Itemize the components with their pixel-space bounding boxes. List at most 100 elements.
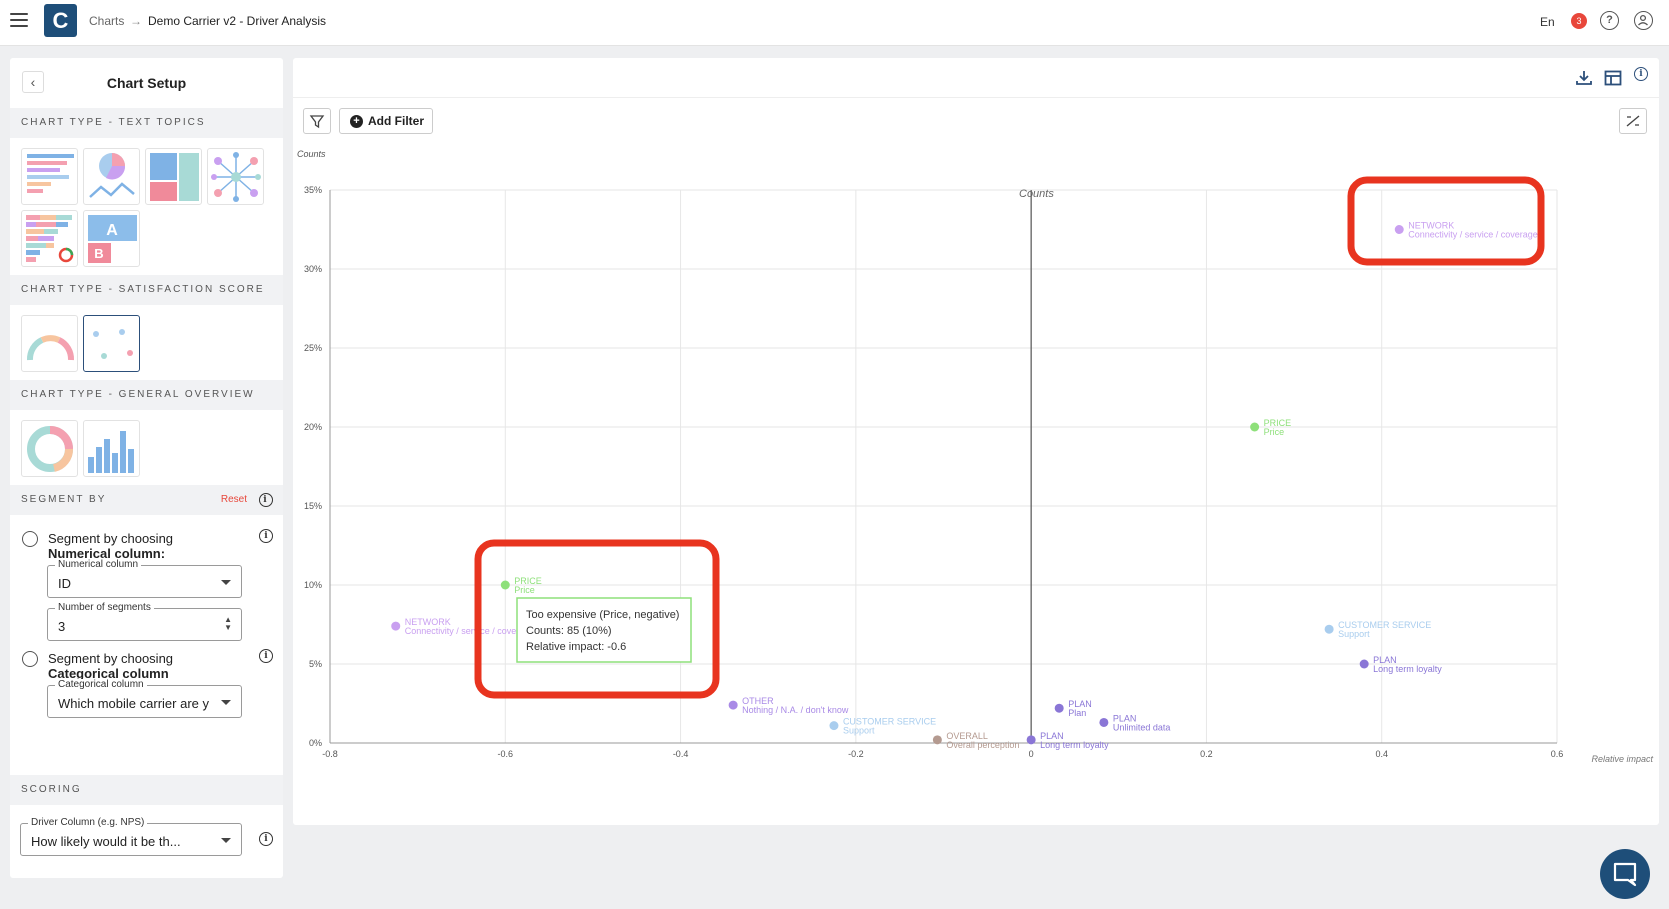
stepper-icon[interactable]: ▲ ▼ <box>224 616 232 632</box>
filter-button[interactable] <box>303 108 331 134</box>
numerical-info-icon[interactable]: i <box>259 529 273 543</box>
svg-text:A: A <box>106 222 118 239</box>
breadcrumb-arrow-icon: → <box>130 14 142 28</box>
data-point-topic: Nothing / N.A. / don't know <box>742 705 849 715</box>
data-point-dot[interactable] <box>1250 422 1260 432</box>
data-point[interactable]: PLANPlan <box>1054 699 1092 718</box>
data-point-dot[interactable] <box>1099 717 1109 727</box>
help-icon[interactable]: ? <box>1600 11 1619 30</box>
data-point-topic: Plan <box>1068 708 1086 718</box>
data-point-dot[interactable] <box>1026 735 1036 745</box>
data-point-topic: Connectivity / service / coverage <box>405 626 535 636</box>
data-point-dot[interactable] <box>829 721 839 731</box>
segment-info-icon[interactable]: i <box>259 493 273 507</box>
number-of-segments-input[interactable]: Number of segments 3 ▲ ▼ <box>47 602 242 641</box>
data-point-dot[interactable] <box>728 700 738 710</box>
numerical-column-select[interactable]: Numerical column ID <box>47 559 242 598</box>
center-axis-title: Counts <box>1019 188 1054 200</box>
x-tick-label: 0.2 <box>1200 749 1213 759</box>
data-point-dot[interactable] <box>391 621 401 631</box>
segment-categorical-radio[interactable] <box>22 651 38 667</box>
breadcrumb-current: Demo Carrier v2 - Driver Analysis <box>148 14 327 28</box>
data-point[interactable]: NETWORKConnectivity / service / coverage <box>391 617 534 636</box>
data-point-topic: Long term loyalty <box>1373 664 1442 674</box>
driver-column-select[interactable]: Driver Column (e.g. NPS) How likely woul… <box>20 817 242 856</box>
segment-numerical-radio[interactable] <box>22 531 38 547</box>
data-point-dot[interactable] <box>932 735 942 745</box>
data-point-dot[interactable] <box>1359 659 1369 669</box>
reset-button[interactable]: Reset <box>221 485 247 515</box>
data-point[interactable]: CUSTOMER SERVICESupport <box>829 717 936 736</box>
chat-icon <box>1613 862 1637 887</box>
filter-icon <box>309 115 325 129</box>
data-point-topic: Support <box>843 726 875 736</box>
chevron-down-icon <box>221 700 231 705</box>
chart-info-icon[interactable]: i <box>1634 67 1648 81</box>
number-of-segments-value: 3 <box>58 619 66 634</box>
x-tick-label: -0.2 <box>848 749 864 759</box>
y-tick-label: 5% <box>309 659 322 669</box>
categorical-column-label: Categorical column <box>55 679 147 690</box>
account-icon[interactable] <box>1634 11 1653 30</box>
driver-scatter-chart: Counts Relative impact Counts -0.8 -0.6 -0… <box>297 149 1653 764</box>
scoring-info-icon[interactable]: i <box>259 832 273 846</box>
column-chart-type-option[interactable] <box>83 420 140 477</box>
data-point-topic: Support <box>1338 629 1370 639</box>
add-filter-button[interactable]: + Add Filter <box>339 108 433 134</box>
trendline-toggle-button[interactable] <box>1619 108 1647 134</box>
add-filter-label: Add Filter <box>368 114 424 128</box>
data-point[interactable]: PLANUnlimited data <box>1099 713 1170 732</box>
bar-chart-type-option[interactable] <box>21 148 78 205</box>
y-tick-label: 30% <box>304 264 322 274</box>
y-tick-label: 25% <box>304 343 322 353</box>
section-satisfaction: CHART TYPE - SATISFACTION SCORE <box>10 275 283 305</box>
driver-column-value: How likely would it be th... <box>31 834 181 849</box>
x-tick-label: -0.6 <box>498 749 514 759</box>
x-axis-title: Relative impact <box>1591 754 1653 764</box>
donut-chart-type-option[interactable] <box>21 420 78 477</box>
data-point-topic: Unlimited data <box>1113 722 1171 732</box>
app-logo[interactable]: C <box>44 4 77 37</box>
data-point-dot[interactable] <box>1054 703 1064 713</box>
y-tick-label: 15% <box>304 501 322 511</box>
data-point-dot[interactable] <box>500 580 510 590</box>
data-point-dot[interactable] <box>1394 225 1404 234</box>
pie-line-chart-type-option[interactable] <box>83 148 140 205</box>
stacked-bar-chart-type-option[interactable] <box>21 210 78 267</box>
network-chart-type-option[interactable] <box>207 148 264 205</box>
data-point-topic: Long term loyalty <box>1040 740 1109 750</box>
menu-icon[interactable] <box>10 13 28 31</box>
tooltip-line2: Counts: 85 (10%) <box>526 625 612 637</box>
segment-categorical-line1: Segment by choosing <box>48 651 174 666</box>
x-tick-label: -0.4 <box>673 749 689 759</box>
y-axis-title: Counts <box>297 149 326 159</box>
data-point[interactable]: OTHERNothing / N.A. / don't know <box>728 696 849 715</box>
section-scoring: SCORING <box>10 775 283 805</box>
data-point-dot[interactable] <box>1324 624 1334 634</box>
data-point[interactable]: NETWORKConnectivity / service / coverage <box>1394 221 1538 240</box>
data-point[interactable]: PRICEPrice <box>1250 418 1291 437</box>
categorical-info-icon[interactable]: i <box>259 649 273 663</box>
tooltip-line3: Relative impact: -0.6 <box>526 641 626 653</box>
tooltip: Too expensive (Price, negative) Counts: … <box>516 597 692 663</box>
ab-comparison-chart-type-option[interactable]: AB <box>83 210 140 267</box>
driver-scatter-chart-type-option[interactable] <box>83 315 140 372</box>
data-point[interactable]: OVERALLOverall perception <box>932 731 1020 750</box>
y-tick-label: 10% <box>304 580 322 590</box>
language-selector[interactable]: En <box>1540 15 1555 29</box>
data-point[interactable]: PRICEPrice <box>500 576 542 595</box>
breadcrumb-charts[interactable]: Charts <box>89 14 124 28</box>
categorical-column-value: Which mobile carrier are y <box>58 696 209 711</box>
notification-badge[interactable]: 3 <box>1571 13 1587 29</box>
data-point-topic: Overall perception <box>946 740 1019 750</box>
treemap-chart-type-option[interactable] <box>145 148 202 205</box>
gauge-chart-type-option[interactable] <box>21 315 78 372</box>
chevron-down-icon <box>221 580 231 585</box>
chat-launcher-button[interactable] <box>1600 849 1650 899</box>
data-point[interactable]: CUSTOMER SERVICESupport <box>1324 620 1432 639</box>
download-icon[interactable] <box>1575 70 1593 86</box>
section-segment-by: SEGMENT BY Reset i <box>10 485 283 515</box>
categorical-column-select[interactable]: Categorical column Which mobile carrier … <box>47 679 242 718</box>
data-point[interactable]: PLANLong term loyalty <box>1026 731 1110 750</box>
table-view-icon[interactable] <box>1604 70 1622 86</box>
